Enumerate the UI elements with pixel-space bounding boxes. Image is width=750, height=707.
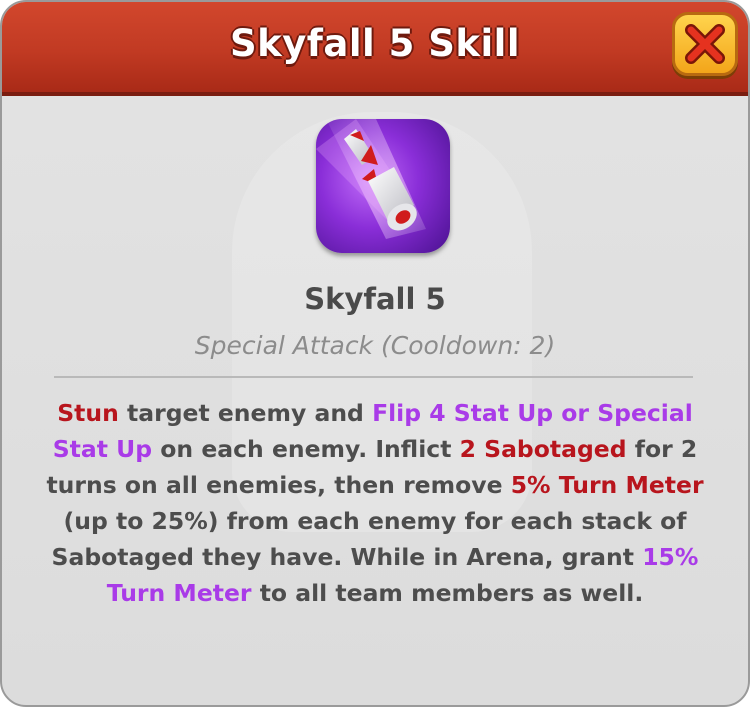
description-text: on each enemy. Inflict (152, 435, 460, 463)
keyword-sabotaged: 2 Sabotaged (459, 435, 627, 463)
divider (54, 376, 693, 378)
close-button[interactable] (672, 12, 738, 76)
close-icon (685, 24, 725, 64)
skill-dialog: Skyfall 5 Skill Skyfall 5 Special Attack… (0, 0, 750, 707)
dialog-title: Skyfall 5 Skill (229, 22, 521, 65)
keyword-turn-meter-remove: 5% Turn Meter (510, 471, 704, 499)
skill-description: Stun target enemy and Flip 4 Stat Up or … (42, 395, 708, 611)
description-text: (up to 25%) from each enemy for each sta… (51, 507, 687, 571)
keyword-stun: Stun (57, 399, 119, 427)
skyfall-missile-icon (316, 119, 450, 253)
skill-name: Skyfall 5 (304, 282, 446, 316)
description-text: target enemy and (118, 399, 373, 427)
description-text: to all team members as well. (251, 579, 644, 607)
skill-subtitle: Special Attack (Cooldown: 2) (194, 331, 556, 360)
dialog-header: Skyfall 5 Skill (2, 2, 748, 96)
